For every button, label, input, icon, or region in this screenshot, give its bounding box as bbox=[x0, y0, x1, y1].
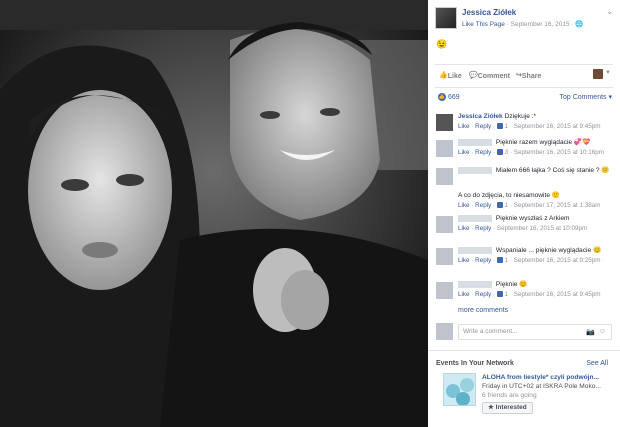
commenter-name[interactable]: Jessica Ziółek bbox=[458, 113, 503, 120]
events-title: Events In Your Network bbox=[436, 360, 514, 367]
comment-meta: Like · Reply · 1 · September 17, 2015 at… bbox=[458, 202, 601, 209]
like-icon: 👍 bbox=[438, 93, 446, 101]
comment-reply-link[interactable]: Reply bbox=[475, 225, 491, 232]
redacted-name bbox=[458, 166, 492, 174]
chevron-down-icon[interactable]: ⌄ bbox=[606, 7, 613, 16]
event-going: 6 friends are going bbox=[482, 392, 537, 399]
post-caption: 😉 bbox=[436, 39, 448, 49]
comment-reply-link[interactable]: Reply bbox=[475, 202, 491, 209]
divider bbox=[435, 64, 613, 65]
comment-button[interactable]: 💬 Comment bbox=[469, 71, 510, 80]
comment-reply-link[interactable]: Reply bbox=[475, 123, 491, 130]
like-icon bbox=[496, 202, 503, 209]
post-date[interactable]: September 16, 2015 bbox=[511, 21, 570, 28]
redacted-name bbox=[458, 138, 492, 146]
comment-text: Wspaniale ... pięknie wyglądacie 😊 bbox=[495, 247, 602, 254]
comment-meta: Like · Reply · 1 · September 16, 2015 at… bbox=[458, 291, 601, 298]
commenter-avatar[interactable] bbox=[436, 114, 453, 131]
see-all-link[interactable]: See All bbox=[586, 360, 608, 367]
comment-reply-link[interactable]: Reply bbox=[475, 291, 491, 298]
more-comments-link[interactable]: more comments bbox=[458, 307, 508, 314]
like-icon bbox=[496, 149, 503, 156]
globe-icon: 🌐 bbox=[575, 21, 584, 28]
comment-reply-link[interactable]: Reply bbox=[475, 257, 491, 264]
comment-input[interactable]: Write a comment... 📷 ☺ bbox=[458, 324, 612, 340]
comment-reply-link[interactable]: Reply bbox=[475, 149, 491, 156]
comment-like-link[interactable]: Like bbox=[458, 123, 470, 130]
events-panel: Events In Your Network See All ALOHA fro… bbox=[428, 350, 620, 427]
comment-composer: Write a comment... 📷 ☺ bbox=[436, 321, 614, 343]
viewer-avatar[interactable] bbox=[593, 69, 603, 79]
viewer-avatar bbox=[436, 323, 453, 340]
redacted-name bbox=[458, 214, 492, 222]
comment-meta: Like · Reply · 1 · September 16, 2015 at… bbox=[458, 257, 601, 264]
event-when: Friday in UTC+02 at ISKRA Pole Moko... bbox=[482, 383, 601, 390]
like-icon bbox=[496, 291, 503, 298]
couple-photo bbox=[0, 0, 428, 427]
like-icon bbox=[496, 257, 503, 264]
page-avatar[interactable] bbox=[435, 7, 457, 29]
comment-text: Miałem 666 łajka ? Coś się stanie ? 😕 bbox=[495, 167, 610, 174]
post-sidebar: Jessica Ziółek Like This Page · Septembe… bbox=[428, 0, 620, 427]
comment-like-link[interactable]: Like bbox=[458, 225, 470, 232]
commenter-avatar[interactable] bbox=[436, 216, 453, 233]
post-actions: 👍 Like 💬 Comment ↪ Share ▼ bbox=[435, 69, 613, 83]
like-page-link[interactable]: Like This Page bbox=[462, 21, 505, 28]
caret-down-icon[interactable]: ▼ bbox=[605, 70, 611, 76]
comment-text: A co do zdjęcia, to niesamowite 🙂 bbox=[458, 192, 561, 199]
commenter-avatar[interactable] bbox=[436, 168, 453, 185]
comment-text: Pięknie 😊 bbox=[495, 281, 528, 288]
comment-like-link[interactable]: Like bbox=[458, 257, 470, 264]
post-meta: Like This Page · September 16, 2015 · 🌐 bbox=[462, 21, 584, 28]
interested-button[interactable]: ★ Interested bbox=[482, 402, 533, 414]
comment-like-link[interactable]: Like bbox=[458, 291, 470, 298]
top-comments-dropdown[interactable]: Top Comments ▾ bbox=[559, 93, 612, 101]
camera-icon[interactable]: 📷 bbox=[586, 328, 595, 336]
comment-like-link[interactable]: Like bbox=[458, 149, 470, 156]
comment-like-link[interactable]: Like bbox=[458, 202, 470, 209]
commenter-avatar[interactable] bbox=[436, 140, 453, 157]
smiley-icon[interactable]: ☺ bbox=[599, 328, 606, 335]
comment-text: Pięknie razem wyglądacie 💞💝 bbox=[495, 139, 591, 146]
share-button[interactable]: ↪ Share bbox=[516, 71, 541, 80]
divider bbox=[435, 87, 613, 88]
commenter-avatar[interactable] bbox=[436, 282, 453, 299]
event-info: ALOHA from liestyle* czyli podwójn... Fr… bbox=[482, 373, 614, 400]
redacted-name bbox=[458, 246, 492, 254]
event-name-link[interactable]: ALOHA from liestyle* czyli podwójn... bbox=[482, 373, 614, 382]
comment-meta: Like · Reply · 3 · September 16, 2015 at… bbox=[458, 149, 605, 156]
comment-text: Dziękuje :* bbox=[504, 113, 537, 120]
redacted-name bbox=[458, 280, 492, 288]
post-header: Jessica Ziółek Like This Page · Septembe… bbox=[435, 7, 615, 47]
commenter-avatar[interactable] bbox=[436, 248, 453, 265]
comment-text: Pięknie wyszłaś z Arkiem bbox=[495, 215, 570, 222]
page-name-link[interactable]: Jessica Ziółek bbox=[462, 8, 516, 17]
likes-summary[interactable]: 👍 669 bbox=[438, 93, 460, 101]
comment-meta: Like · Reply · September 16, 2015 at 10:… bbox=[458, 225, 588, 232]
comment-meta: Like · Reply · 1 · September 16, 2015 at… bbox=[458, 123, 601, 130]
likes-count[interactable]: 669 bbox=[448, 94, 460, 101]
like-icon bbox=[496, 123, 503, 130]
post-photo[interactable] bbox=[0, 0, 428, 427]
like-button[interactable]: 👍 Like bbox=[439, 71, 462, 80]
event-thumbnail[interactable] bbox=[443, 373, 476, 406]
